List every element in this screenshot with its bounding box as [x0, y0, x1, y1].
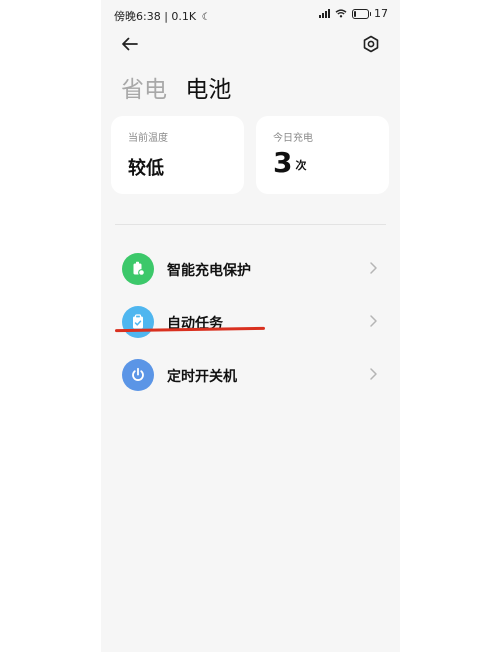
power-icon [122, 359, 154, 391]
network-speed: 0.1K [171, 10, 197, 23]
status-left: 傍晚6:38 | 0.1K ☾ [114, 8, 211, 24]
gear-icon [363, 35, 379, 53]
charge-count-value-wrap: 3次 [273, 146, 306, 179]
tab-power-saving[interactable]: 省电 [121, 77, 167, 103]
tab-battery[interactable]: 电池 [185, 77, 231, 103]
title-tabs: 省电 电池 [121, 70, 231, 104]
status-right: 17 [319, 7, 388, 20]
settings-button[interactable] [360, 33, 382, 55]
temperature-value: 较低 [128, 158, 164, 179]
charge-count-unit: 次 [295, 159, 307, 172]
menu-item-scheduled-power[interactable]: 定时开关机 [101, 352, 400, 398]
back-arrow-icon [122, 37, 138, 51]
chevron-right-icon [370, 315, 377, 327]
back-button[interactable] [119, 33, 141, 55]
menu-item-smart-charging[interactable]: 智能充电保护 [101, 246, 400, 292]
charge-count-label: 今日充电 [273, 133, 313, 144]
wifi-icon [335, 9, 347, 18]
moon-icon: ☾ [201, 12, 211, 23]
menu-item-label: 定时开关机 [167, 369, 237, 385]
chevron-right-icon [370, 262, 377, 274]
battery-level: 17 [374, 7, 388, 20]
clipboard-icon [122, 306, 154, 338]
menu-item-label: 智能充电保护 [167, 263, 251, 279]
battery-icon [352, 8, 371, 19]
charge-count-card: 今日充电 3次 [256, 116, 389, 194]
charge-count-value: 3 [273, 146, 293, 179]
menu-item-auto-tasks[interactable]: 自动任务 [101, 299, 400, 345]
phone-screen: 傍晚6:38 | 0.1K ☾ 17 省电 电池 当前温度 较低 今日充电 3 … [101, 0, 400, 652]
divider [115, 224, 386, 225]
status-time: 傍晚6:38 [114, 10, 161, 23]
temperature-label: 当前温度 [128, 133, 168, 144]
battery-shield-icon [122, 253, 154, 285]
status-bar: 傍晚6:38 | 0.1K ☾ 17 [101, 0, 400, 30]
status-separator: | [164, 10, 168, 23]
signal-icon [319, 9, 330, 18]
chevron-right-icon [370, 368, 377, 380]
temperature-card: 当前温度 较低 [111, 116, 244, 194]
